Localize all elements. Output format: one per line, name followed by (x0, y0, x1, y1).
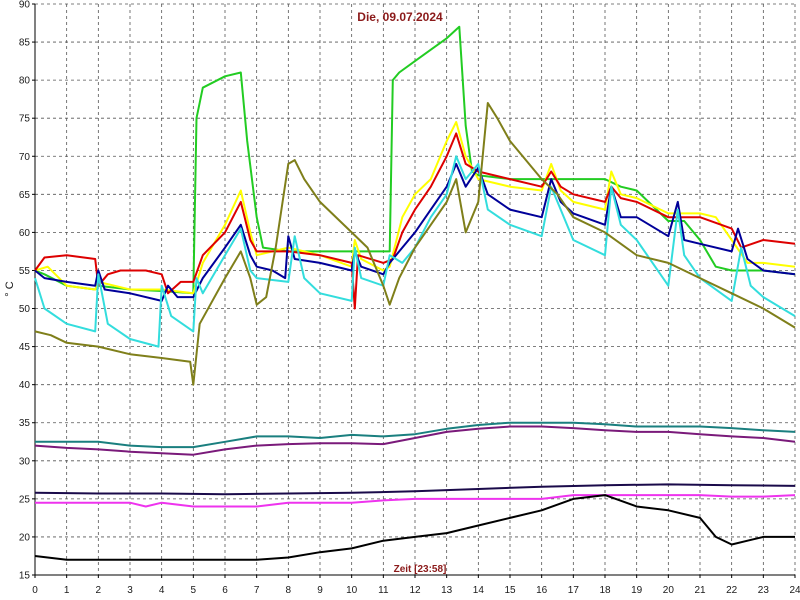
series-line-2 (34, 121, 796, 295)
x-tick-label: 2 (96, 585, 102, 596)
y-tick-label: 30 (19, 456, 31, 467)
x-tick-label: 23 (758, 585, 770, 596)
y-tick-label: 80 (19, 76, 31, 87)
y-tick-label: 45 (19, 342, 31, 353)
line-chart: 15202530354045505560657075808590 0123456… (4, 0, 800, 596)
x-tick-label: 19 (631, 585, 643, 596)
x-tick-label: 20 (663, 585, 675, 596)
x-tick-label: 13 (441, 585, 453, 596)
y-tick-label: 85 (19, 38, 31, 49)
y-tick-label: 50 (19, 304, 31, 315)
x-tick-label: 8 (286, 585, 292, 596)
x-tick-label: 12 (409, 585, 421, 596)
y-tick-label: 65 (19, 190, 31, 201)
y-tick-label: 25 (19, 494, 31, 505)
y-tick-label: 15 (19, 571, 31, 582)
x-tick-label: 0 (32, 585, 38, 596)
x-tick-label: 9 (317, 585, 323, 596)
x-tick-label: 24 (789, 585, 800, 596)
y-tick-label: 75 (19, 114, 31, 125)
x-tick-label: 21 (694, 585, 706, 596)
x-tick-label: 10 (346, 585, 358, 596)
y-tick-label: 90 (19, 0, 31, 11)
x-tick-label: 16 (536, 585, 548, 596)
x-tick-label: 22 (726, 585, 738, 596)
x-tick-label: 5 (191, 585, 197, 596)
y-tick-label: 55 (19, 266, 31, 277)
y-tick-label: 70 (19, 152, 31, 163)
y-tick-label: 60 (19, 228, 31, 239)
x-tick-label: 3 (127, 585, 133, 596)
chart-canvas: 15 20 25 30 35 40 45 50 55 60 65 70 75 80 85 90 0123456… (0, 0, 800, 600)
x-tick-label: 4 (159, 585, 165, 596)
y-tick-label: 20 (19, 532, 31, 543)
x-tick-label: 18 (599, 585, 611, 596)
x-tick-label: 11 (378, 585, 389, 596)
x-axis-label: Zeit [23:58] (394, 564, 447, 575)
chart-title: Die, 09.07.2024 (357, 10, 443, 24)
x-tick-label: 15 (504, 585, 516, 596)
x-tick-label: 6 (222, 585, 228, 596)
x-tick-label: 1 (64, 585, 70, 596)
x-tick-label: 14 (473, 585, 485, 596)
y-tick-label: 35 (19, 418, 31, 429)
y-axis-label: ° C (4, 281, 16, 296)
y-tick-labels: 15 20 25 30 35 40 45 50 55 60 65 70 75 80 85 90 (19, 0, 31, 582)
x-tick-labels: 0 1 2 3 4 5 6 7 8 9 10 11 12 13 14 15 16 17 18 19 20 21 22 23 24 (32, 585, 800, 596)
y-tick-label: 40 (19, 380, 31, 391)
x-tick-label: 17 (568, 585, 580, 596)
x-tick-label: 7 (254, 585, 260, 596)
